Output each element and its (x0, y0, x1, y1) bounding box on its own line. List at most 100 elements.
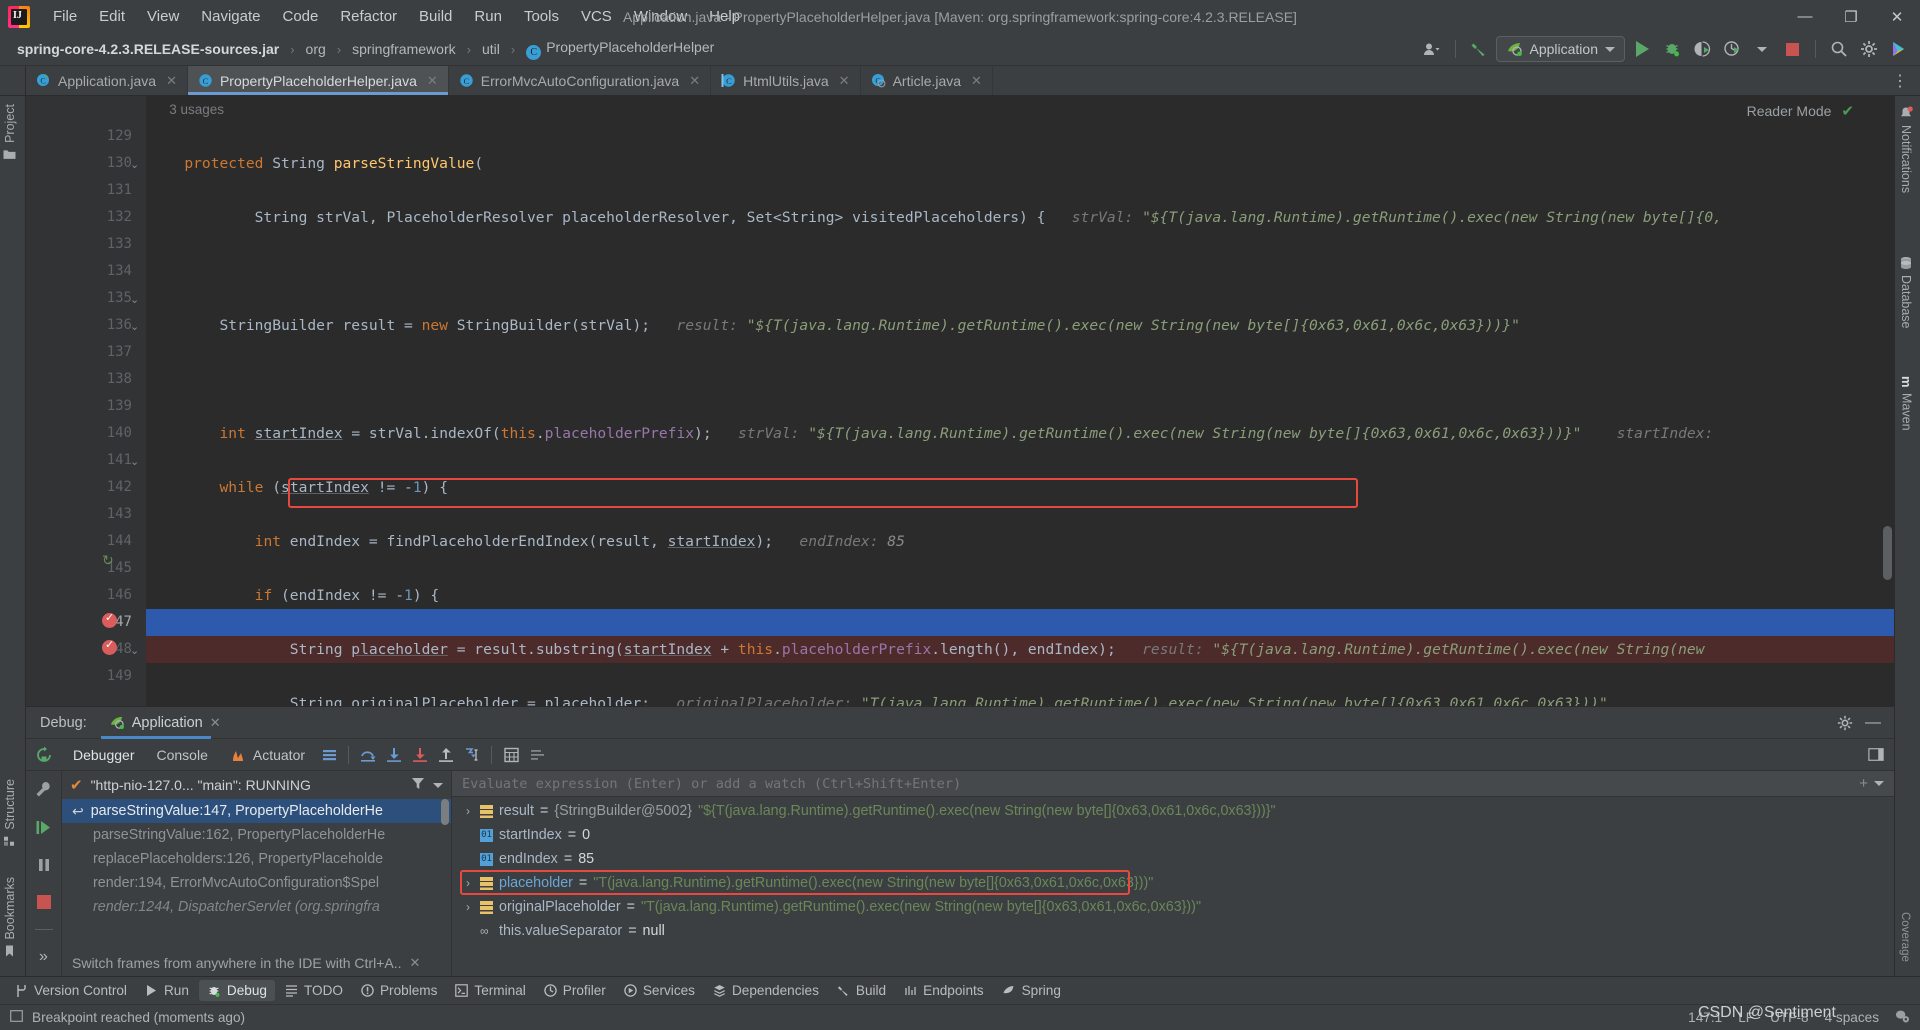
expand-rail-icon[interactable]: » (31, 945, 57, 970)
tool-window-profiler[interactable]: Profiler (536, 980, 614, 1001)
stack-frame-list[interactable]: ↩ parseStringValue:147, PropertyPlacehol… (62, 799, 451, 950)
chevron-down-icon[interactable] (1874, 781, 1884, 786)
editor-tab-errormvcautoconfiguration[interactable]: C ErrorMvcAutoConfiguration.java ✕ (449, 66, 712, 95)
editor-tab-article[interactable]: C Article.java ✕ (861, 66, 993, 95)
menu-window[interactable]: Window (623, 5, 698, 28)
breadcrumb-item-class[interactable]: C PropertyPlaceholderHelper (523, 37, 717, 62)
tool-window-spring[interactable]: Spring (994, 980, 1069, 1001)
variable-row[interactable]: › 01 startIndex = 0 (452, 823, 1894, 847)
frames-scrollbar[interactable] (441, 799, 449, 825)
close-icon[interactable]: ✕ (410, 955, 421, 971)
inspection-ok-icon[interactable]: ✔ (1841, 102, 1854, 120)
file-encoding[interactable]: UTF-8 (1770, 1010, 1809, 1025)
tool-window-problems[interactable]: Problems (353, 980, 445, 1001)
menu-view[interactable]: View (136, 5, 190, 28)
fold-marker-icon[interactable]: ⌄ (130, 158, 139, 171)
fold-marker-icon[interactable]: ⌄ (130, 644, 139, 657)
debug-settings-wrench-icon[interactable] (31, 777, 57, 802)
sidebar-item-coverage[interactable]: Coverage (1899, 912, 1911, 962)
reader-mode-indicator[interactable]: Reader Mode ✔ (1747, 102, 1854, 120)
pause-program-icon[interactable] (31, 852, 57, 877)
tabs-overflow-icon[interactable]: ⋮ (1880, 66, 1920, 95)
filter-icon[interactable] (411, 777, 425, 793)
caret-position[interactable]: 147:1 (1688, 1010, 1722, 1025)
search-icon[interactable] (1826, 36, 1852, 62)
code-text-area[interactable]: Reader Mode ✔ 3 usages protected String … (146, 96, 1894, 706)
resume-program-icon[interactable] (31, 814, 57, 839)
mute-breakpoints-icon[interactable] (316, 742, 342, 768)
fold-marker-icon[interactable]: ⌄ (130, 320, 139, 333)
status-gear-icon[interactable] (1895, 1009, 1910, 1026)
tool-window-endpoints[interactable]: Endpoints (896, 980, 991, 1001)
stop-icon[interactable] (1779, 36, 1805, 62)
stack-frame-row[interactable]: render:194, ErrorMvcAutoConfiguration$Sp… (62, 871, 451, 895)
sidebar-item-maven[interactable]: m Maven (1899, 376, 1914, 430)
stack-frame-row[interactable]: replacePlaceholders:126, PropertyPlaceho… (62, 847, 451, 871)
variable-row[interactable]: › 01 endIndex = 85 (452, 847, 1894, 871)
menu-tools[interactable]: Tools (513, 5, 570, 28)
tab-console[interactable]: Console (146, 744, 219, 766)
fold-marker-icon[interactable]: ⌄ (130, 293, 139, 306)
breadcrumb-item-util[interactable]: util (479, 39, 503, 59)
close-icon[interactable]: ✕ (971, 73, 982, 89)
editor-tab-application[interactable]: C Application.java ✕ (26, 66, 188, 95)
step-over-icon[interactable] (355, 742, 381, 768)
menu-help[interactable]: Help (698, 5, 751, 28)
evaluate-icon[interactable] (498, 742, 524, 768)
window-minimize-button[interactable]: — (1782, 0, 1828, 33)
breakpoint-icon[interactable] (102, 611, 117, 628)
expand-chevron-icon[interactable]: › (462, 804, 474, 818)
settings-gear-icon[interactable] (1832, 710, 1858, 736)
stop-program-icon[interactable] (31, 889, 57, 914)
stack-frame-row[interactable]: parseStringValue:162, PropertyPlaceholde… (62, 823, 451, 847)
variable-row[interactable]: › ∞ this.valueSeparator = null (452, 919, 1894, 943)
stack-frame-row[interactable]: ↩ parseStringValue:147, PropertyPlacehol… (62, 799, 451, 823)
window-maximize-button[interactable]: ❐ (1828, 0, 1874, 33)
menu-vcs[interactable]: VCS (570, 5, 623, 28)
user-icon[interactable] (1419, 36, 1445, 62)
tool-window-terminal[interactable]: Terminal (447, 980, 533, 1001)
chevron-down-icon[interactable] (1749, 36, 1775, 62)
fold-marker-icon[interactable]: ⌄ (130, 455, 139, 468)
step-into-icon[interactable] (381, 742, 407, 768)
run-to-cursor-icon[interactable] (459, 742, 485, 768)
sidebar-item-project[interactable]: Project (3, 104, 17, 161)
window-close-button[interactable]: ✕ (1874, 0, 1920, 33)
sidebar-item-bookmarks[interactable]: Bookmarks (3, 877, 17, 958)
editor-tab-propertyplaceholderhelper[interactable]: C PropertyPlaceholderHelper.java ✕ (187, 66, 449, 95)
tool-window-debug[interactable]: Debug (198, 980, 275, 1001)
memory-indicator-icon[interactable] (10, 1010, 23, 1025)
menu-edit[interactable]: Edit (88, 5, 136, 28)
menu-code[interactable]: Code (271, 5, 329, 28)
tool-window-version-control[interactable]: Version Control (6, 980, 135, 1001)
profiler-icon[interactable] (1719, 36, 1745, 62)
settings-gear-icon[interactable] (1856, 36, 1882, 62)
rerun-icon[interactable] (26, 746, 62, 764)
tab-debugger[interactable]: Debugger (62, 744, 146, 766)
breadcrumb-item-springframework[interactable]: springframework (349, 39, 458, 59)
build-hammer-icon[interactable] (1466, 36, 1492, 62)
force-step-into-icon[interactable] (407, 742, 433, 768)
layout-settings-icon[interactable] (524, 742, 550, 768)
indent-setting[interactable]: 4 spaces (1825, 1010, 1879, 1025)
tool-window-build[interactable]: Build (829, 980, 894, 1001)
expand-chevron-icon[interactable]: › (462, 900, 474, 914)
variables-list[interactable]: › result = {StringBuilder@5002} "${T(jav… (452, 797, 1894, 976)
debug-session-tab[interactable]: Application ✕ (100, 707, 229, 739)
menu-build[interactable]: Build (408, 5, 463, 28)
tab-actuator[interactable]: Actuator (219, 744, 316, 766)
breakpoint-icon[interactable] (102, 638, 117, 655)
close-icon[interactable]: ✕ (166, 73, 177, 89)
tool-window-services[interactable]: Services (616, 980, 703, 1001)
close-icon[interactable]: ✕ (427, 73, 438, 89)
run-coverage-icon[interactable] (1689, 36, 1715, 62)
close-icon[interactable]: ✕ (839, 73, 850, 89)
editor-tab-htmlutils[interactable]: C HtmlUtils.java ✕ (711, 66, 861, 95)
menu-refactor[interactable]: Refactor (329, 5, 408, 28)
close-icon[interactable]: ✕ (210, 715, 221, 731)
run-icon[interactable] (1629, 36, 1655, 62)
tool-window-todo[interactable]: TODO (277, 980, 351, 1001)
sidebar-item-structure[interactable]: Structure (3, 779, 17, 848)
sidebar-item-database[interactable]: Database (1899, 256, 1913, 329)
variable-row[interactable]: › result = {StringBuilder@5002} "${T(jav… (452, 799, 1894, 823)
